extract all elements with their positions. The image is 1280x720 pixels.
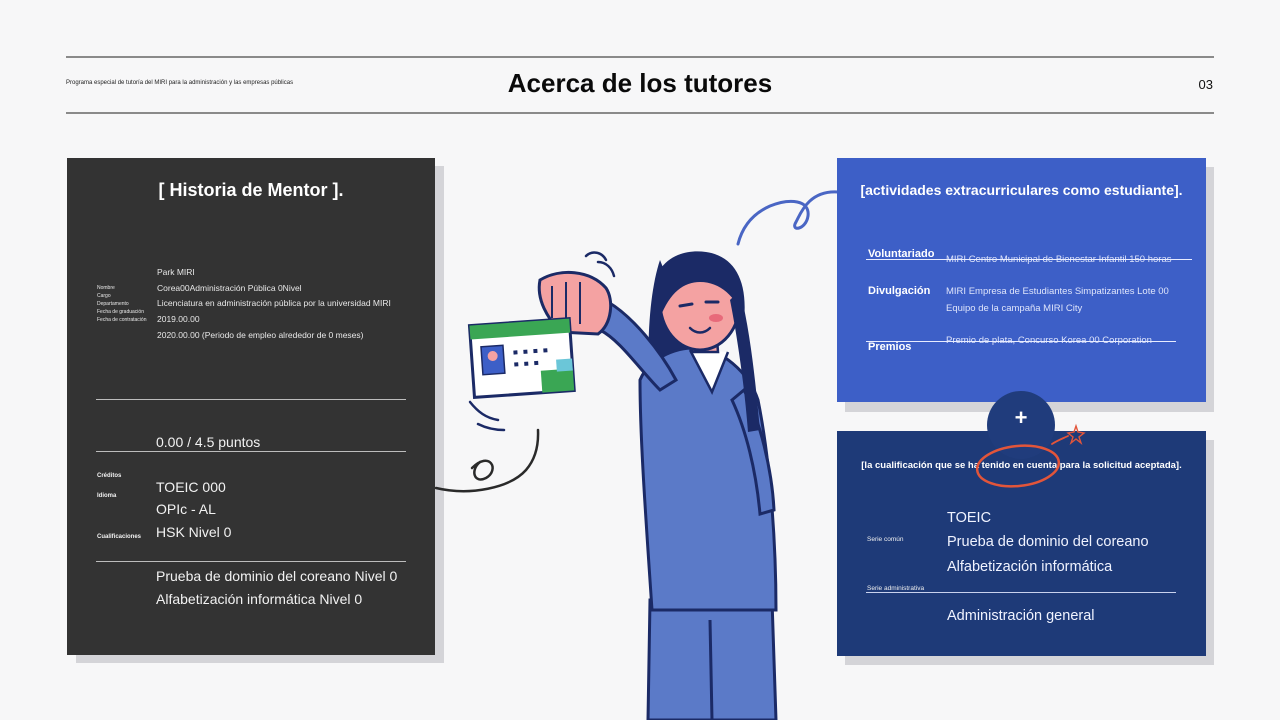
qualification-card-title: [la cualificación que se ha tenido en cu… xyxy=(861,460,1182,471)
volunteer-value: MIRI Centro Municipal de Bienestar Infan… xyxy=(946,252,1171,268)
label-language: Idioma xyxy=(97,493,117,499)
common-item-korean: Prueba de dominio del coreano xyxy=(947,534,1149,550)
common-series-label: Serie común xyxy=(867,536,904,543)
label-position: Cargo xyxy=(97,293,111,299)
language-opic: OPIc - AL xyxy=(156,501,216,517)
mentor-card-title: [ Historia de Mentor ]. xyxy=(158,180,344,200)
awards-label: Premios xyxy=(868,341,912,353)
outreach-value-2: Equipo de la campaña MIRI City xyxy=(946,303,1083,314)
accepted-qualification-card: [la cualificación que se ha tenido en cu… xyxy=(837,431,1206,656)
mentor-graduation-date: 2019.00.00 xyxy=(157,314,200,324)
volunteer-rule xyxy=(866,259,1192,260)
mentor-position: Corea00Administración Pública 0Nivel xyxy=(157,283,302,293)
mentor-department: Licenciatura en administración pública p… xyxy=(157,298,391,308)
mentor-divider-3 xyxy=(96,561,406,562)
label-qualifications: Cualificaciones xyxy=(97,534,142,540)
language-toeic: TOEIC 000 xyxy=(156,479,226,495)
label-credits: Créditos xyxy=(97,473,122,479)
common-item-computer: Alfabetización informática xyxy=(947,559,1113,575)
mentor-name: Park MIRI xyxy=(157,267,195,277)
label-department: Departamento xyxy=(97,301,129,307)
certificate-korean: Prueba de dominio del coreano Nivel 0 xyxy=(156,568,398,584)
extracurricular-activities-card: [actividades extracurriculares como estu… xyxy=(837,158,1206,402)
certificate-computer: Alfabetización informática Nivel 0 xyxy=(156,591,363,607)
admin-series-label: Serie administrativa xyxy=(867,585,925,592)
mentor-history-card: [ Historia de Mentor ]. Nombre Cargo Dep… xyxy=(67,158,435,655)
label-graduation-date: Fecha de graduación xyxy=(97,309,144,315)
mentor-divider-1 xyxy=(96,399,406,400)
mentor-divider-2 xyxy=(96,451,406,452)
mentor-hire-date: 2020.00.00 (Periodo de empleo alrededor … xyxy=(157,330,364,340)
activities-card-title: [actividades extracurriculares como estu… xyxy=(860,182,1183,198)
label-name: Nombre xyxy=(97,285,115,291)
common-item-toeic: TOEIC xyxy=(947,510,992,526)
awards-rule xyxy=(866,341,1176,342)
plus-icon: + xyxy=(987,391,1055,459)
qualification-divider xyxy=(866,592,1176,593)
outreach-label: Divulgación xyxy=(868,285,931,297)
admin-item-general: Administración general xyxy=(947,608,1095,624)
label-hire-date: Fecha de contratación xyxy=(97,317,147,323)
mentor-score: 0.00 / 4.5 puntos xyxy=(156,434,261,450)
outreach-value-1: MIRI Empresa de Estudiantes Simpatizante… xyxy=(946,286,1169,297)
language-hsk: HSK Nivel 0 xyxy=(156,524,232,540)
